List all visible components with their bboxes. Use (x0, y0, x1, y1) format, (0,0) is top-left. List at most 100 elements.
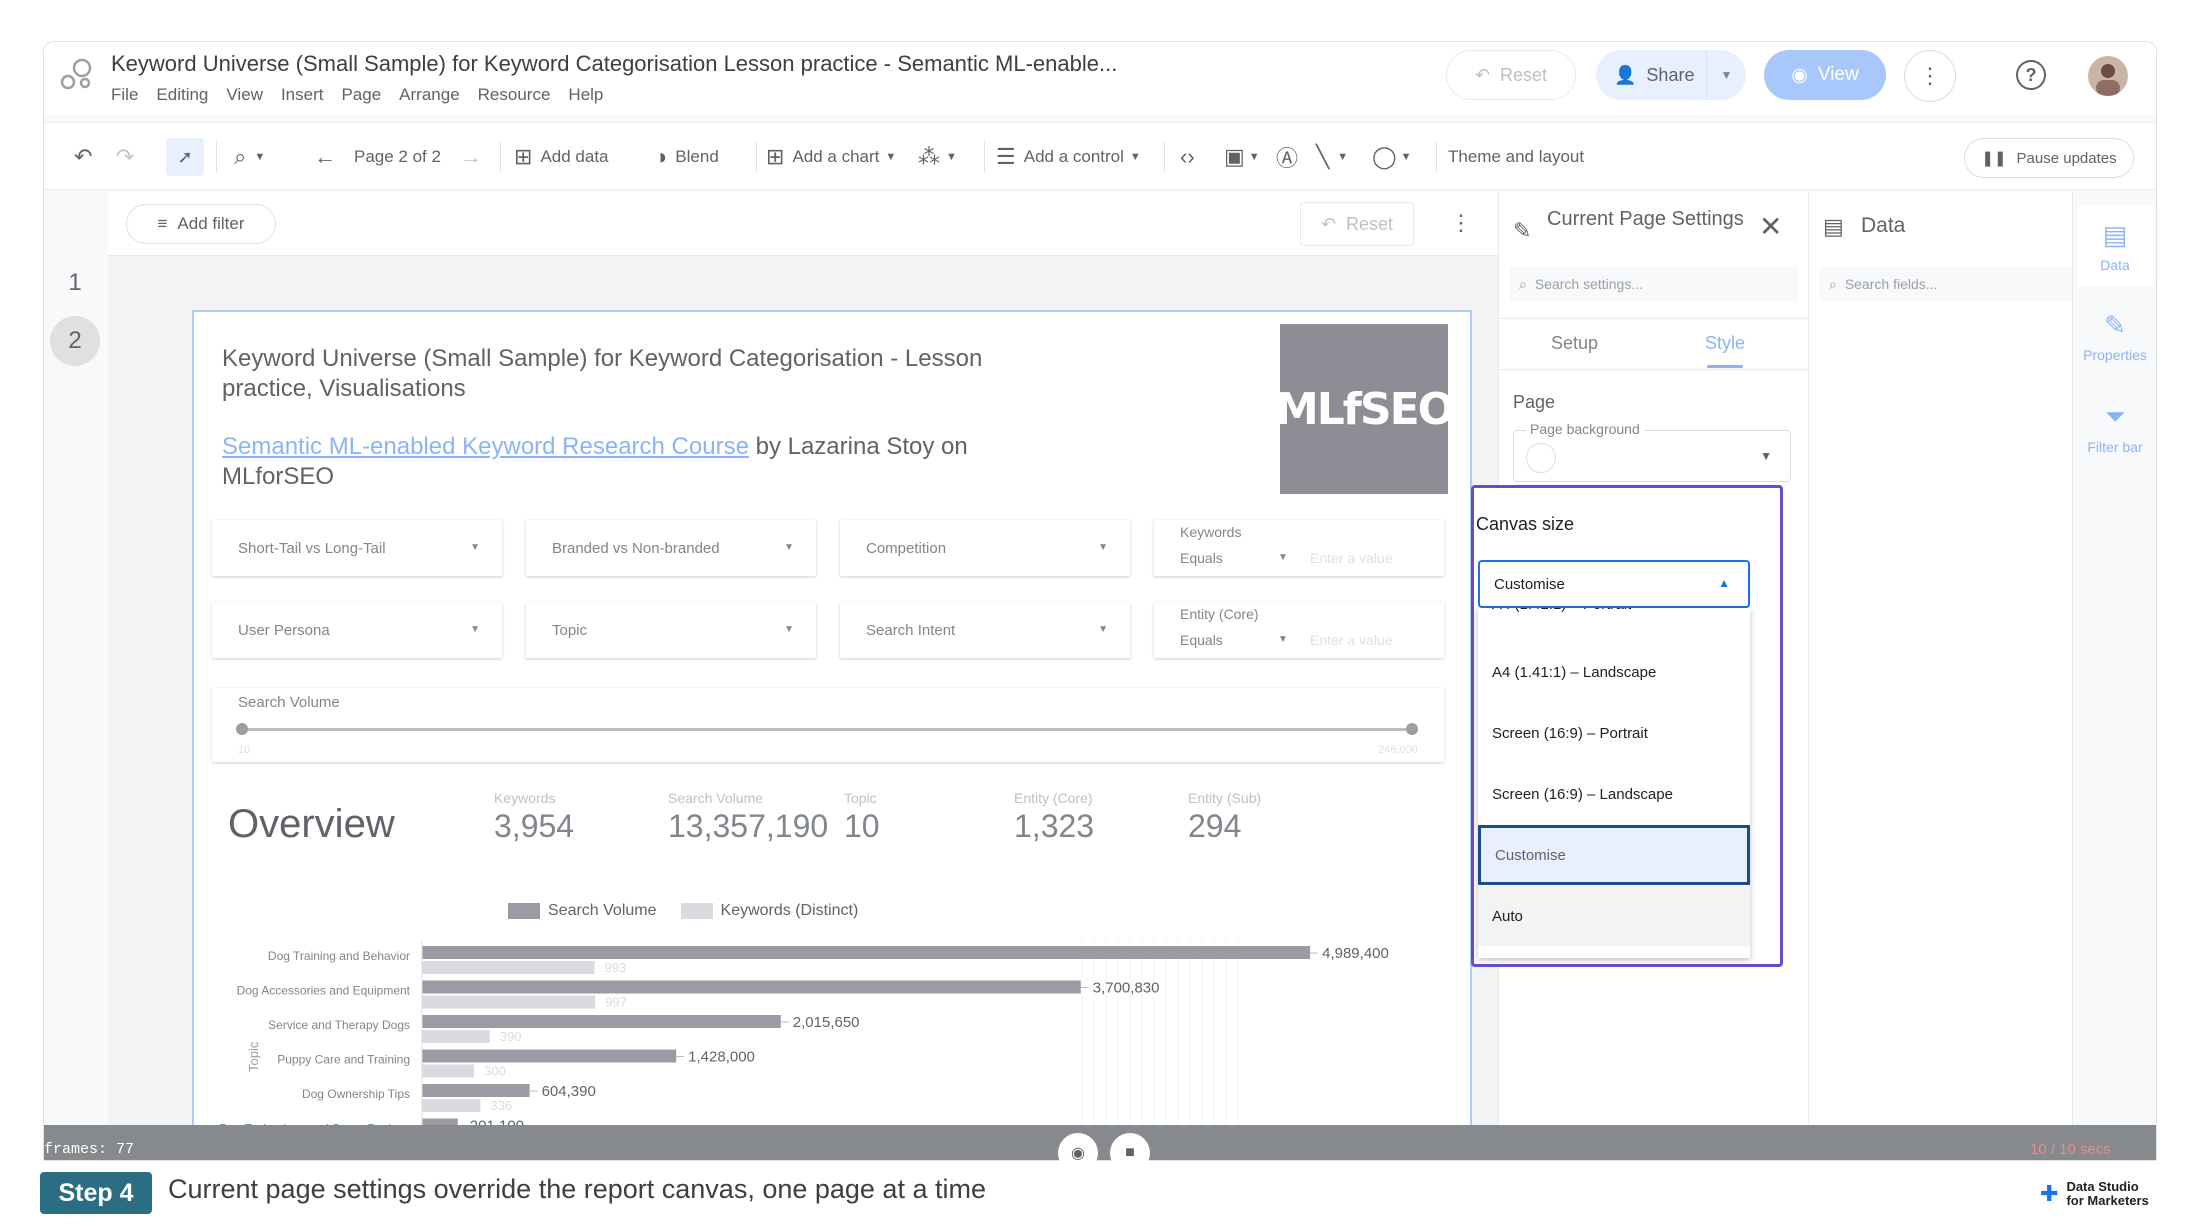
report-page[interactable]: Keyword Universe (Small Sample) for Keyw… (192, 310, 1472, 1160)
bar-value-label: 300 (484, 1064, 506, 1079)
category-label: Dog Training and Behavior (268, 949, 410, 963)
page-thumb-1[interactable]: 1 (50, 258, 100, 308)
filter-bar: ≡ Add filter ↶ Reset ⋮ (108, 192, 1498, 256)
menu-view[interactable]: View (226, 85, 263, 105)
funnel-icon: ⏷ (2104, 401, 2126, 431)
share-button[interactable]: 👤 Share ▼ (1596, 50, 1746, 100)
screenshot-stage: Keyword Universe (Small Sample) for Keyw… (0, 0, 2200, 1226)
reset-button[interactable]: ↶ Reset (1446, 50, 1576, 100)
step-badge: Step 4 (40, 1172, 152, 1214)
add-data-icon: ⊞ (514, 144, 533, 169)
page-indicator: Page 2 of 2 (354, 147, 441, 166)
bar-keywords[interactable] (422, 1064, 475, 1078)
blend-button[interactable]: ◑ Blend (654, 123, 719, 191)
category-label: Dog Ownership Tips (302, 1087, 410, 1101)
right-rail: ▤ Data ✎ Properties ⏷ Filter bar (2072, 192, 2156, 1160)
table-icon: ▤ (1823, 214, 1844, 239)
bar-search-volume[interactable] (422, 1049, 677, 1063)
rail-filter-bar[interactable]: ⏷ Filter bar (2077, 388, 2153, 468)
bar-keywords[interactable] (422, 1099, 481, 1112)
menu-editing[interactable]: Editing (156, 85, 208, 105)
menu-resource[interactable]: Resource (478, 85, 551, 105)
text-box-icon[interactable]: Ⓐ (1276, 123, 1298, 191)
rail-properties[interactable]: ✎ Properties (2077, 296, 2153, 376)
bar-keywords[interactable] (422, 995, 596, 1009)
zoom-icon[interactable]: ⌕ ▼ (234, 123, 265, 191)
more-options-icon[interactable]: ⋮ (1904, 50, 1956, 102)
seconds-counter: 10 / 10 secs (2030, 1141, 2111, 1158)
avatar[interactable] (2088, 56, 2128, 96)
prev-page-icon[interactable]: ← (314, 123, 336, 191)
page-navigator: 1 2 (44, 192, 108, 1160)
menu-arrange[interactable]: Arrange (399, 85, 459, 105)
bar-search-volume[interactable] (422, 980, 1081, 994)
report-title[interactable]: Keyword Universe (Small Sample) for Keyw… (111, 51, 1117, 77)
frames-counter: frames: 77 (44, 1141, 135, 1158)
page-section-heading: Page (1513, 392, 1556, 412)
add-chart-button[interactable]: ⊞ Add a chart ▼ (766, 123, 896, 191)
bar-value-label: 336 (490, 1098, 512, 1113)
redo-icon[interactable]: ↷ (116, 123, 134, 191)
line-icon[interactable]: ╲ ▼ (1316, 123, 1348, 191)
bar-keywords[interactable] (422, 1030, 490, 1043)
brand-logo: ✚ Data Studio for Marketers (2040, 1179, 2149, 1208)
category-label: Dog Accessories and Equipment (237, 984, 411, 998)
select-cursor-icon[interactable]: ➚ (166, 138, 204, 176)
menu-file[interactable]: File (111, 85, 138, 105)
share-dropdown-icon[interactable]: ▼ (1706, 50, 1746, 100)
looker-studio-logo-icon (60, 58, 92, 90)
view-button[interactable]: ◉ View (1764, 50, 1886, 100)
fields-search-input[interactable]: ⌕ Search fields... (1819, 266, 2105, 302)
bar-value-label: 390 (500, 1029, 522, 1044)
canvas-more-icon[interactable]: ⋮ (1450, 210, 1472, 236)
bar-value-label: 993 (605, 960, 627, 975)
tab-style[interactable]: Style (1705, 333, 1745, 354)
app-window: Keyword Universe (Small Sample) for Keyw… (44, 42, 2156, 1160)
settings-search-input[interactable]: ⌕ Search settings... (1509, 266, 1799, 302)
menu-help[interactable]: Help (568, 85, 603, 105)
page-background-picker[interactable]: Page background ▼ (1513, 421, 1791, 482)
canvas-reset-button[interactable]: ↶ Reset (1300, 202, 1414, 246)
bar-search-volume[interactable] (422, 1015, 781, 1028)
pause-icon: ❚❚ (1981, 150, 2007, 167)
bar-value-label: 997 (605, 995, 627, 1010)
help-icon[interactable]: ? (2016, 60, 2046, 90)
camera-icon[interactable]: ◉ (1058, 1133, 1098, 1173)
tab-setup[interactable]: Setup (1551, 333, 1598, 354)
theme-and-layout-button[interactable]: Theme and layout (1448, 123, 1584, 191)
undo-arrow-icon: ↶ (1474, 64, 1491, 85)
topic-bar-chart[interactable]: Dog Training and Behavior 4,989,400 993 Dog… (194, 312, 1472, 1160)
video-icon[interactable]: ■ (1110, 1133, 1150, 1173)
add-filter-button[interactable]: ≡ Add filter (126, 204, 276, 244)
close-icon[interactable]: ✕ (1759, 210, 1782, 243)
bar-search-volume[interactable] (422, 1084, 530, 1097)
bar-keywords[interactable] (422, 961, 595, 974)
menu-insert[interactable]: Insert (281, 85, 324, 105)
rail-data[interactable]: ▤ Data (2077, 206, 2153, 286)
category-label: Puppy Care and Training (277, 1053, 410, 1067)
menu-bar: File Editing View Insert Page Arrange Re… (111, 85, 621, 105)
embed-code-icon[interactable]: ‹› (1180, 123, 1195, 191)
pause-updates-button[interactable]: ❚❚ Pause updates (1964, 138, 2134, 178)
image-icon[interactable]: ▣ ▼ (1224, 123, 1260, 191)
undo-icon[interactable]: ↶ (74, 123, 92, 191)
shape-icon[interactable]: ◯ ▼ (1372, 123, 1412, 191)
search-icon: ⌕ (1829, 275, 1837, 292)
chevron-down-icon: ▼ (1760, 449, 1772, 463)
tutorial-highlight-box (1471, 485, 1783, 967)
next-page-icon[interactable]: → (460, 123, 482, 191)
menu-page[interactable]: Page (341, 85, 381, 105)
undo-arrow-icon: ↶ (1320, 213, 1337, 234)
step-caption: Current page settings override the repor… (168, 1174, 986, 1204)
add-control-button[interactable]: ☰ Add a control ▼ (996, 123, 1141, 191)
category-label: Service and Therapy Dogs (268, 1018, 410, 1032)
bar-value-label: 4,989,400 (1322, 945, 1389, 962)
community-viz-icon[interactable]: ⁂ ▼ (918, 123, 957, 191)
page-thumb-2[interactable]: 2 (50, 316, 100, 366)
pencil-icon: ✎ (1513, 218, 1532, 243)
add-data-button[interactable]: ⊞ Add data (514, 123, 609, 191)
active-tab-indicator (1707, 365, 1743, 368)
settings-tabs: Setup Style (1499, 318, 1809, 370)
blend-icon: ◑ (654, 144, 668, 169)
bar-search-volume[interactable] (422, 946, 1311, 959)
